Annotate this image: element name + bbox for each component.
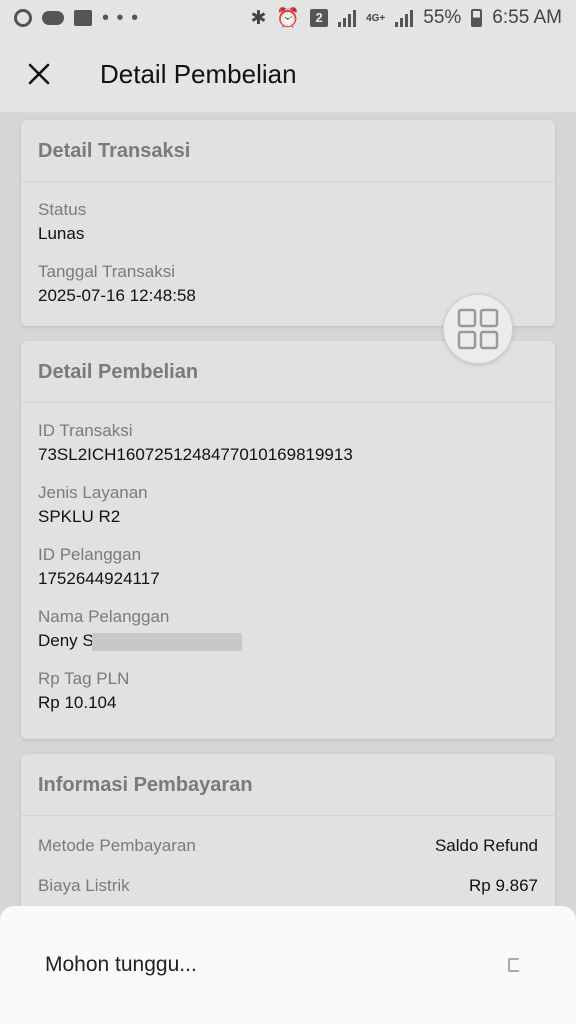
clock: 6:55 AM [492,7,562,28]
field-value: SPKLU R2 [38,507,121,526]
bluetooth-icon: ✱ [250,7,267,29]
signal-icon-2 [395,9,414,27]
redaction-block [91,632,242,651]
row-metode-pembayaran: Metode Pembayaran Saldo Refund [21,836,555,856]
loading-text: Mohon tunggu... [45,953,197,976]
field-value: 1752644924117 [38,569,160,588]
field-label: ID Transaksi [38,421,133,440]
row-biaya-listrik: Biaya Listrik Rp 9.867 [21,876,555,896]
field-nama-pelanggan: Nama Pelanggan Deny S [21,607,555,651]
field-label: Rp Tag PLN [38,669,130,688]
app-header: Detail Pembelian [0,36,576,112]
detail-pembelian-card: Detail Pembelian ID Transaksi 73SL2ICH16… [21,341,555,739]
cloud-icon [42,11,64,25]
status-bar-left: • • • [14,7,139,30]
field-value: Rp 10.104 [38,693,117,712]
row-value: Rp 9.867 [469,876,538,895]
loading-spinner-icon [508,958,520,972]
status-bar: • • • ✱ ⏰ 2 4G+ 55% 6:55 AM [0,0,576,36]
field-label: Jenis Layanan [38,483,148,502]
field-value: Lunas [38,224,85,243]
close-icon [28,63,50,85]
battery-percent: 55% [423,7,462,28]
battery-icon [471,9,483,27]
row-label: Metode Pembayaran [38,836,196,855]
message-icon [74,10,92,26]
field-id-transaksi: ID Transaksi 73SL2ICH1607251248477010169… [21,421,555,465]
network-type: 4G+ [366,12,386,24]
field-value: Deny S [38,631,538,651]
card-title: Detail Transaksi [21,120,555,182]
field-id-pelanggan: ID Pelanggan 1752644924117 [21,545,555,589]
close-button[interactable] [0,36,78,112]
location-icon [14,9,32,27]
field-status: Status Lunas [21,200,555,244]
customer-name: Deny S [38,631,94,650]
row-label: Biaya Listrik [38,876,130,895]
loading-sheet: Mohon tunggu... [0,906,576,1024]
field-jenis-layanan: Jenis Layanan SPKLU R2 [21,483,555,527]
field-label: Status [38,200,87,219]
grid-icon [457,308,499,350]
field-label: Tanggal Transaksi [38,262,176,281]
status-bar-right: ✱ ⏰ 2 4G+ 55% 6:55 AM [250,6,562,30]
signal-icon [338,9,357,27]
field-rp-tag-pln: Rp Tag PLN Rp 10.104 [21,669,555,713]
page-title: Detail Pembelian [100,58,297,89]
field-value: 73SL2ICH1607251248477010169819913 [38,445,353,464]
more-notifications-icon: • • • [102,6,140,29]
floating-menu-button[interactable] [443,294,513,364]
row-value: Saldo Refund [434,836,538,855]
alarm-icon: ⏰ [276,8,301,29]
content-area[interactable]: Detail Transaksi Status Lunas Tanggal Tr… [0,112,576,1024]
card-title: Informasi Pembayaran [21,754,555,816]
field-label: ID Pelanggan [38,545,142,564]
field-label: Nama Pelanggan [38,607,170,626]
sim-badge: 2 [310,9,329,27]
